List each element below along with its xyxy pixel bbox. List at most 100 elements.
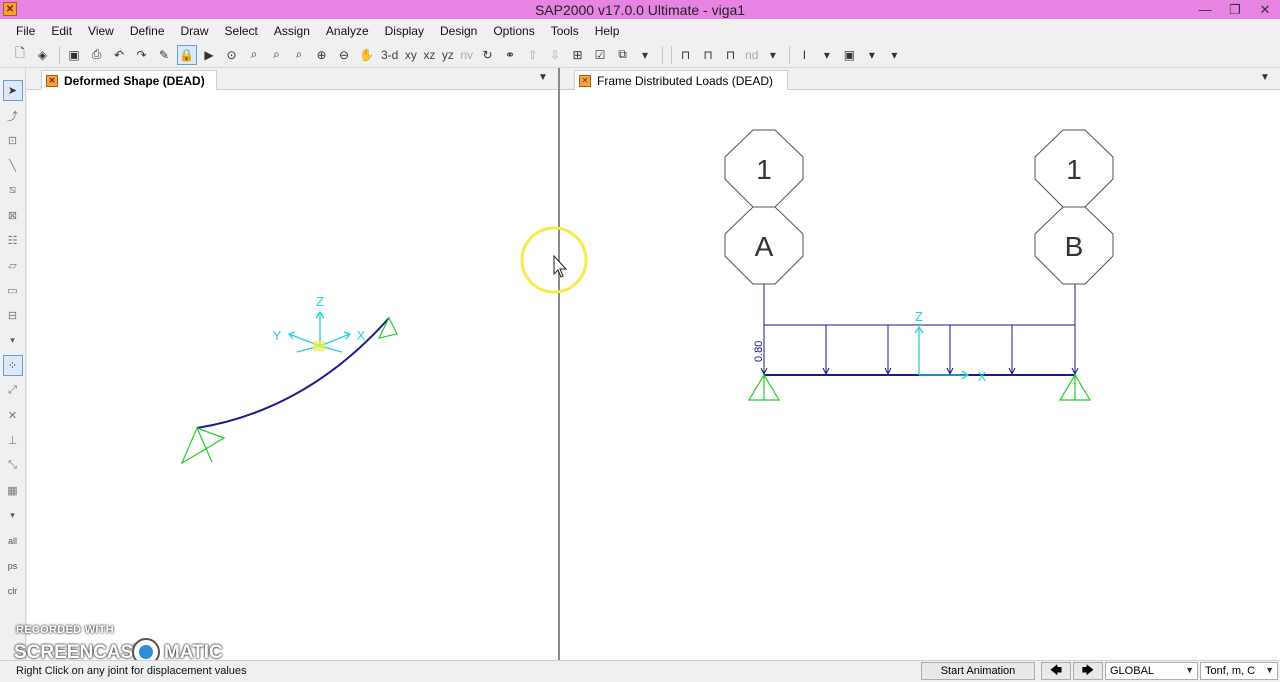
coord-system-select[interactable]: GLOBAL ▼ (1105, 662, 1198, 680)
print-icon[interactable]: ⎙ (87, 45, 107, 65)
arrow-left-icon: 🡄 (1049, 662, 1063, 677)
view-xz-button[interactable]: xz (421, 45, 437, 65)
frame-icon[interactable]: ⊓ (676, 45, 696, 65)
menu-tools[interactable]: Tools (543, 24, 587, 38)
menu-display[interactable]: Display (377, 24, 432, 38)
minimize-button[interactable]: — (1190, 0, 1220, 19)
cursor-highlight (520, 226, 588, 294)
quick-draw-brace-icon[interactable]: ⊠ (3, 205, 23, 226)
menu-view[interactable]: View (80, 24, 122, 38)
snap-intersections-icon[interactable]: ✕ (3, 405, 23, 426)
close-button[interactable]: ✕ (1250, 0, 1280, 19)
snap-grid-icon[interactable]: ▦ (3, 480, 23, 501)
previous-selection-button[interactable]: ps (3, 555, 23, 576)
run-analysis-icon[interactable]: ▶ (199, 45, 219, 65)
nd-button[interactable]: nd (743, 45, 760, 65)
units-select[interactable]: Tonf, m, C ▼ (1200, 662, 1278, 680)
menu-help[interactable]: Help (587, 24, 628, 38)
frame-releases-icon[interactable]: ⊓ (721, 45, 741, 65)
restore-button[interactable]: ❐ (1220, 0, 1250, 19)
previous-step-button[interactable]: 🡄 (1041, 662, 1071, 680)
axis-z-label: Z (316, 294, 324, 309)
snap-points-icon[interactable]: ⁘ (2, 355, 23, 376)
menu-select[interactable]: Select (217, 24, 266, 38)
draw-tool-strip: ➤ ⤴ ⊡ ╲ ⧅ ⊠ ☷ ▱ ▭ ⊟ ▾ ⁘ ⤢ ✕ ⊥ ⤡ ▦ ▾ all … (0, 68, 26, 660)
quick-draw-frame-icon[interactable]: ⧅ (3, 180, 23, 201)
section-i-icon[interactable]: I (794, 45, 814, 65)
run-options-icon[interactable]: ⊙ (222, 45, 242, 65)
chevron-down-icon: ▼ (1185, 665, 1194, 675)
move-up-icon[interactable]: ⇧ (523, 45, 543, 65)
menu-file[interactable]: File (8, 24, 43, 38)
view-xy-button[interactable]: xy (403, 45, 419, 65)
menu-analyze[interactable]: Analyze (318, 24, 377, 38)
check-model-icon[interactable]: ☑ (590, 45, 610, 65)
view-nv-button[interactable]: nv (458, 45, 475, 65)
menu-design[interactable]: Design (432, 24, 485, 38)
frame-hinge-icon[interactable]: ⊓ (698, 45, 718, 65)
menu-draw[interactable]: Draw (173, 24, 217, 38)
toolbar-dropdown-icon[interactable]: ▾ (763, 45, 783, 65)
chevron-down-icon[interactable]: ▼ (538, 72, 548, 83)
new-model-icon[interactable]: 🗋 (10, 45, 30, 65)
frame-loads-canvas[interactable]: 1 A 1 B 0.80 Z X (560, 90, 1280, 660)
reshape-icon[interactable]: ⤴ (3, 105, 23, 126)
perspective-icon[interactable]: ⚭ (500, 45, 520, 65)
restore-full-view-icon[interactable]: ⌕ (267, 45, 287, 65)
zoom-previous-icon[interactable]: ⌕ (289, 45, 309, 65)
tab-frame-distributed-loads[interactable]: ✕ Frame Distributed Loads (DEAD) (574, 70, 788, 90)
pencil-icon[interactable]: ✎ (154, 45, 174, 65)
zoom-window-icon[interactable]: ⌕ (244, 45, 264, 65)
view-yz-button[interactable]: yz (440, 45, 456, 65)
chevron-down-icon[interactable]: ▼ (1260, 72, 1270, 83)
toolbar-dropdown-icon[interactable]: ▾ (817, 45, 837, 65)
deformed-shape-canvas[interactable]: Z Y X (27, 90, 558, 660)
snap-perpendicular-icon[interactable]: ⊥ (3, 430, 23, 451)
rotate-view-icon[interactable]: ↻ (478, 45, 498, 65)
menu-assign[interactable]: Assign (266, 24, 318, 38)
snap-lines-icon[interactable]: ⤡ (3, 455, 23, 476)
zoom-out-icon[interactable]: ⊖ (334, 45, 354, 65)
zoom-in-icon[interactable]: ⊕ (312, 45, 332, 65)
save-icon[interactable]: ▣ (64, 45, 84, 65)
arrow-right-icon: 🡆 (1081, 662, 1095, 677)
menu-define[interactable]: Define (122, 24, 173, 38)
display-options-icon[interactable]: ⊞ (568, 45, 588, 65)
lock-icon[interactable]: 🔒 (176, 44, 197, 65)
title-bar: ✕ SAP2000 v17.0.0 Ultimate - viga1 — ❐ ✕ (0, 0, 1280, 19)
undo-icon[interactable]: ↶ (109, 45, 129, 65)
open-model-icon[interactable]: ◈ (33, 45, 53, 65)
area-section-icon[interactable]: ▣ (839, 45, 859, 65)
mouse-pointer-icon (553, 254, 568, 278)
draw-joint-icon[interactable]: ⊡ (3, 130, 23, 151)
strip-expand-icon[interactable]: ▾ (3, 330, 23, 351)
draw-poly-area-icon[interactable]: ▱ (3, 255, 23, 276)
draw-rect-area-icon[interactable]: ▭ (3, 280, 23, 301)
pointer-icon[interactable]: ➤ (2, 80, 23, 101)
status-bar: Right Click on any joint for displacemen… (0, 660, 1280, 680)
menu-options[interactable]: Options (485, 24, 542, 38)
toolbar-dropdown-icon[interactable]: ▾ (635, 45, 655, 65)
show-forces-icon[interactable]: ⧉ (613, 45, 633, 65)
next-step-button[interactable]: 🡆 (1073, 662, 1103, 680)
support-right (377, 316, 398, 339)
strip-expand-icon[interactable]: ▾ (3, 505, 23, 526)
toolbar-dropdown-icon[interactable]: ▾ (884, 45, 904, 65)
clear-selection-button[interactable]: clr (3, 580, 23, 601)
tab-deformed-shape[interactable]: ✕ Deformed Shape (DEAD) (41, 70, 217, 90)
select-all-button[interactable]: all (3, 530, 23, 551)
view-3d-button[interactable]: 3-d (379, 45, 400, 65)
toolbar-separator (789, 45, 791, 64)
draw-frame-icon[interactable]: ╲ (3, 155, 23, 176)
redo-icon[interactable]: ↷ (132, 45, 152, 65)
pan-hand-icon[interactable]: ✋ (357, 45, 377, 65)
start-animation-button[interactable]: Start Animation (921, 662, 1035, 680)
quick-draw-secondary-icon[interactable]: ☷ (3, 230, 23, 251)
move-down-icon[interactable]: ⇩ (545, 45, 565, 65)
toolbar-dropdown-icon[interactable]: ▾ (862, 45, 882, 65)
snap-ends-icon[interactable]: ⤢ (3, 380, 23, 401)
quick-draw-area-icon[interactable]: ⊟ (3, 305, 23, 326)
menu-bar: File Edit View Define Draw Select Assign… (0, 19, 1280, 42)
menu-edit[interactable]: Edit (43, 24, 80, 38)
app-icon[interactable]: ✕ (3, 2, 17, 16)
